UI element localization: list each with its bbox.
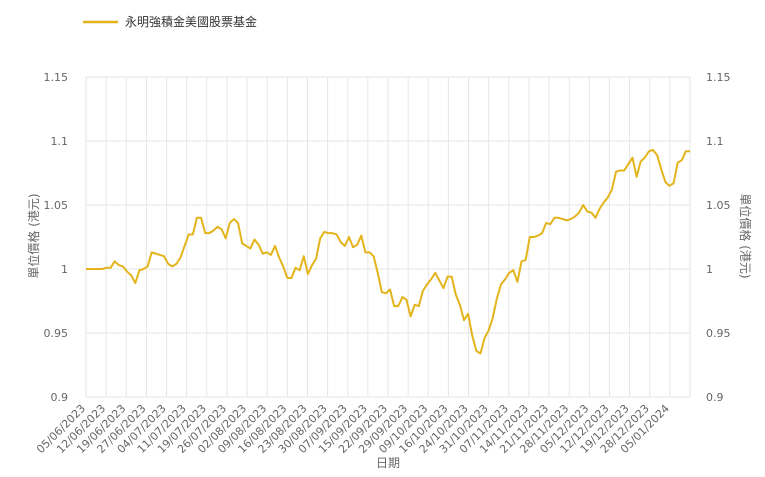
legend-label: 永明強積金美國股票基金	[125, 14, 257, 29]
y-tick-label-left: 1.1	[51, 135, 69, 148]
x-axis: 05/06/202312/06/202319/06/202327/06/2023…	[34, 402, 672, 456]
y-tick-label-left: 1	[61, 263, 68, 276]
y-tick-label-left: 0.9	[51, 391, 69, 404]
legend[interactable]: 永明強積金美國股票基金	[83, 14, 257, 29]
y-tick-label-right: 1.1	[706, 135, 724, 148]
y-axis-left: 0.9 0.95 1 1.05 1.1 1.15	[44, 71, 69, 404]
y-tick-label-right: 1	[706, 263, 713, 276]
y-tick-label-right: 0.9	[706, 391, 724, 404]
y-tick-label-left: 1.05	[44, 199, 69, 212]
y-tick-label-left: 0.95	[44, 327, 69, 340]
y-tick-label-left: 1.15	[44, 71, 69, 84]
y-axis-right: 0.9 0.95 1 1.05 1.1 1.15	[706, 71, 731, 404]
y-axis-title-right: 單位價格 (港元)	[738, 193, 753, 278]
y-tick-label-right: 1.05	[706, 199, 731, 212]
y-axis-title-left: 單位價格 (港元)	[26, 193, 41, 278]
gridlines	[85, 76, 691, 398]
line-chart: 永明強積金美國股票基金 0.9 0.95 1 1.05 1.1 1.15 0.9 0.95 1…	[26, 14, 753, 470]
y-tick-label-right: 0.95	[706, 327, 731, 340]
y-tick-label-right: 1.15	[706, 71, 731, 84]
x-axis-title: 日期	[376, 456, 400, 470]
